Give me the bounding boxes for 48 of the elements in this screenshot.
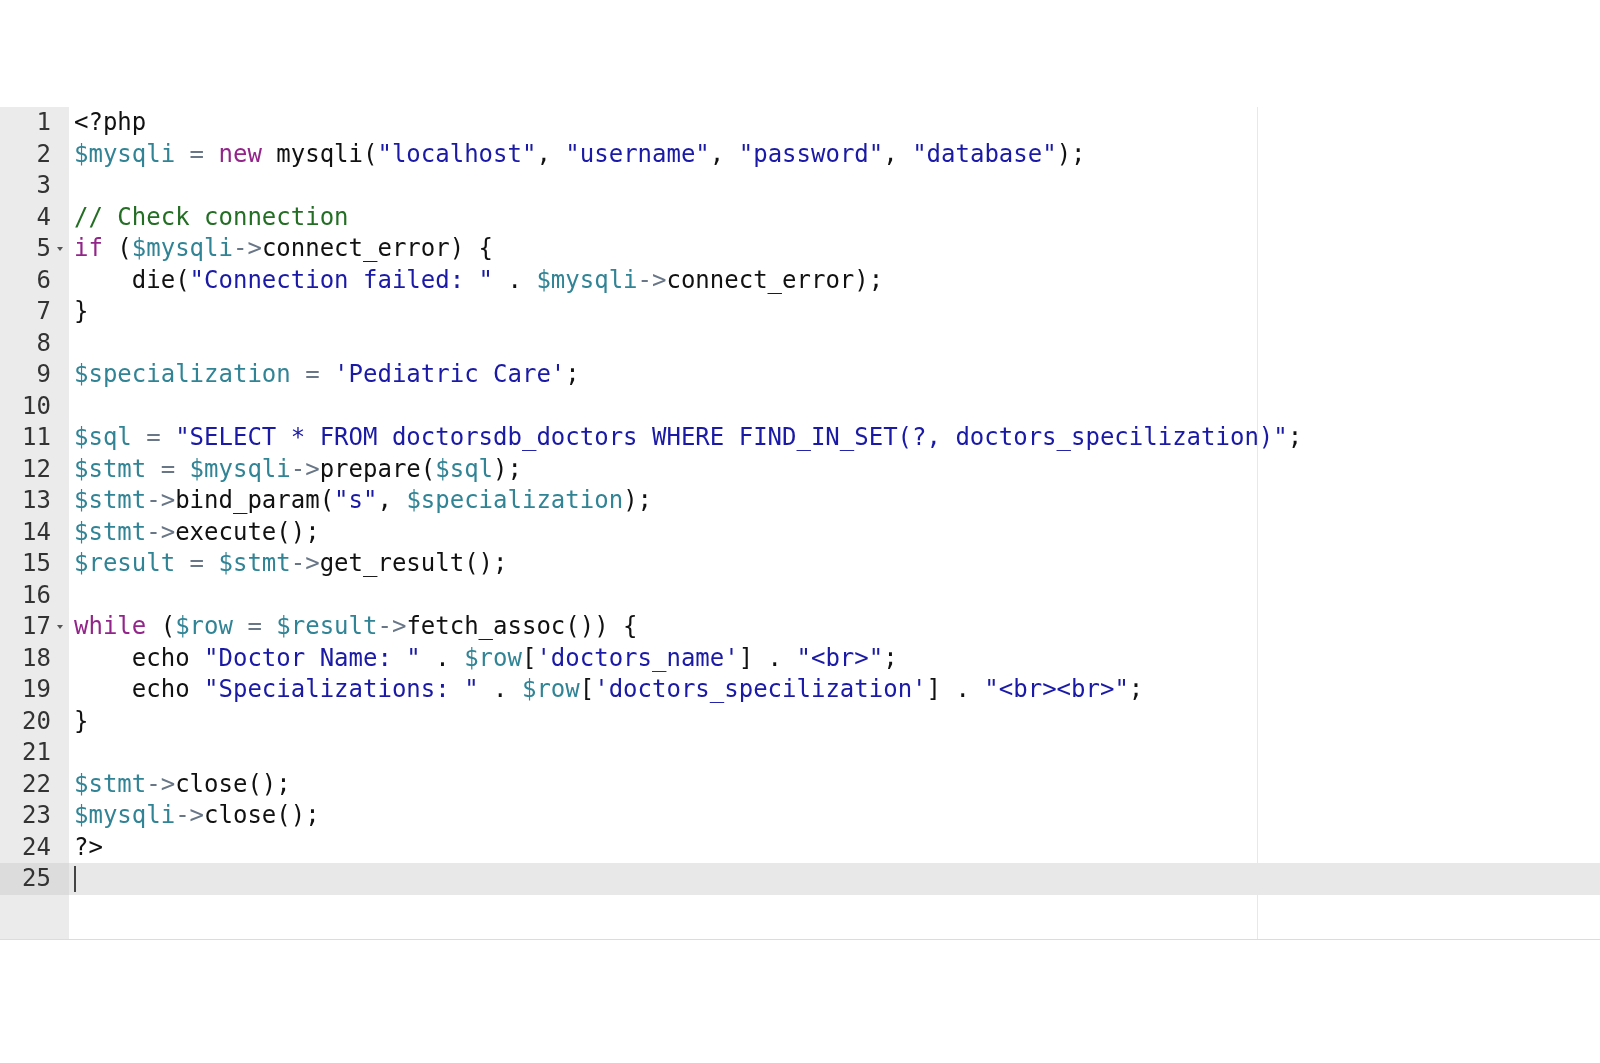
line-number: 25 [22, 863, 51, 894]
code-line: $stmt->bind_param("s", $specialization); [74, 485, 653, 516]
line-number: 7 [36, 296, 51, 327]
text-cursor [74, 865, 76, 892]
line-number: 21 [22, 737, 51, 768]
line-number: 23 [22, 800, 51, 831]
code-editor[interactable] [0, 107, 1600, 940]
line-number: 22 [22, 768, 51, 800]
line-number: 16 [22, 579, 51, 611]
fold-caret-icon[interactable] [56, 245, 64, 252]
line-number: 3 [36, 170, 51, 201]
line-number: 2 [36, 138, 51, 170]
line-number: 6 [36, 264, 51, 296]
code-line: <?php [74, 107, 147, 138]
line-number: 17 [22, 611, 51, 642]
line-number: 14 [22, 516, 51, 548]
code-line: echo "Doctor Name: " . $row['doctors_name'] . "<br>"; [130, 642, 898, 674]
code-line: $stmt = $mysqli->prepare($sql); [74, 453, 522, 485]
line-number: 24 [22, 831, 51, 863]
code-line: $specialization = 'Pediatric Care'; [74, 359, 580, 390]
code-line: $stmt->execute(); [74, 516, 320, 548]
code-line: if ($mysqli->connect_error) { [74, 233, 494, 264]
line-number: 5 [36, 233, 51, 264]
code-line: $mysqli = new mysqli("localhost", "username", "password", "database"); [74, 138, 1086, 170]
line-number: 11 [22, 422, 51, 453]
code-line: $mysqli->close(); [74, 800, 320, 831]
line-number: 1 [36, 107, 51, 138]
line-number: 15 [22, 548, 51, 579]
line-number: 9 [36, 359, 51, 390]
line-number: 10 [22, 390, 51, 422]
line-number: 4 [36, 201, 51, 233]
fold-caret-icon[interactable] [56, 623, 64, 630]
code-line: $sql = "SELECT * FROM doctorsdb_doctors WHERE FIND_IN_SET(?, doctors_specilization)"; [74, 422, 1303, 453]
code-line: } [74, 705, 89, 737]
line-number: 18 [22, 642, 51, 674]
code-line: while ($row = $result->fetch_assoc()) { [74, 611, 638, 642]
code-line: ?> [74, 831, 103, 863]
code-line: } [74, 296, 89, 327]
code-line: $result = $stmt->get_result(); [74, 548, 508, 579]
code-line: echo "Specializations: " . $row['doctors_specilization'] . "<br><br>"; [130, 674, 1144, 705]
line-number: 8 [36, 327, 51, 359]
line-number: 13 [22, 485, 51, 516]
line-number: 19 [22, 674, 51, 705]
line-number: 12 [22, 453, 51, 485]
code-line: die("Connection failed: " . $mysqli->connect_error); [130, 264, 884, 296]
code-line: // Check connection [74, 201, 349, 233]
code-line: $stmt->close(); [74, 768, 291, 800]
line-number: 20 [22, 705, 51, 737]
